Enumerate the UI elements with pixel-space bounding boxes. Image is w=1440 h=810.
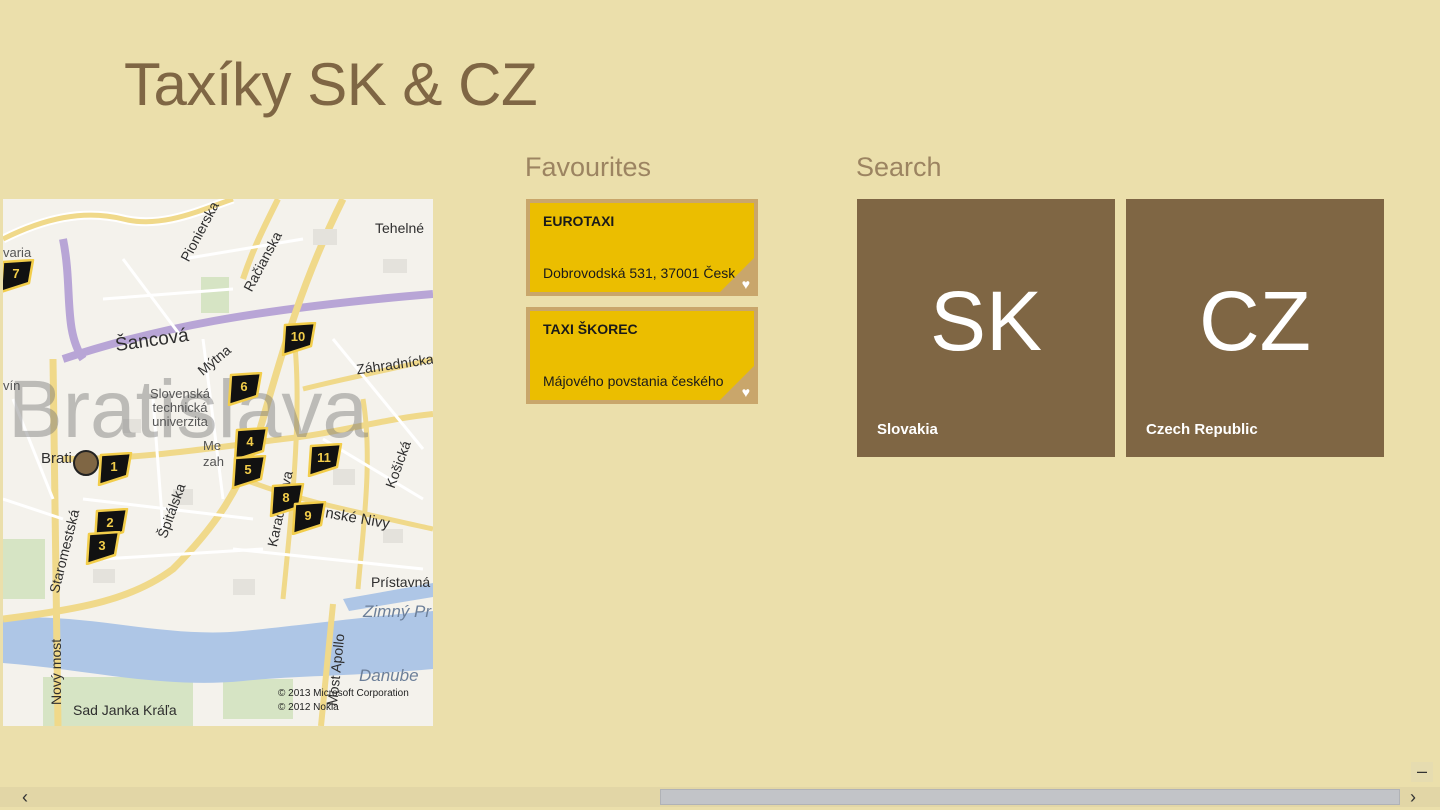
tile-country-name: Czech Republic [1146, 421, 1258, 438]
map-pin-label: 5 [244, 462, 252, 477]
map-copyright-line2: © 2012 Nokia [278, 702, 339, 713]
map-pin-3[interactable]: 3 [83, 531, 121, 565]
map-pin-label: 3 [98, 538, 106, 553]
map-pin-label: 11 [317, 450, 331, 465]
map-pin-label: 4 [246, 434, 254, 449]
heart-icon: ♥ [741, 384, 750, 400]
map-label-tehelne: Tehelné [375, 220, 425, 236]
map-view[interactable]: Bratislava Pionierska Račianska Tehelné … [3, 199, 433, 726]
map-pin-1[interactable]: 1 [95, 452, 133, 486]
tile-country-code: CZ [1199, 274, 1311, 368]
map-pin-label: 9 [304, 508, 312, 523]
chevron-right-icon[interactable]: › [1400, 787, 1426, 807]
map-pin-label: 1 [110, 459, 118, 474]
map-pin-label: 10 [290, 329, 306, 344]
search-title: Search [856, 152, 942, 182]
tile-country-name: Slovakia [877, 421, 938, 438]
favourite-item-eurotaxi[interactable]: EUROTAXI Dobrovodská 531, 37001 Česk ♥ [526, 199, 758, 296]
favourite-name: EUROTAXI [543, 213, 615, 229]
favourite-address: Májového povstania českého [543, 373, 724, 389]
map-label-danube: Danube [359, 666, 419, 685]
app-title: Taxíky SK & CZ [124, 51, 538, 118]
map-pin-6[interactable]: 6 [225, 372, 263, 406]
map-pin-label: 6 [240, 379, 248, 394]
map-label-stu: Slovenská technická univerzita [150, 386, 210, 429]
map-label-zimny-pristav: Zimný Pr [363, 602, 431, 621]
chevron-left-icon[interactable]: ‹ [12, 787, 38, 807]
map-pin-11[interactable]: 11 [305, 443, 343, 477]
favourite-address: Dobrovodská 531, 37001 Česk [543, 265, 736, 281]
map-copyright-line1: © 2013 Microsoft Corporation [278, 688, 409, 699]
favourites-title: Favourites [525, 152, 652, 182]
map-pin-label: 2 [106, 515, 114, 530]
search-tile-slovakia[interactable]: SK Slovakia [857, 199, 1115, 457]
map-label-pristavna: Prístavná [371, 574, 431, 590]
map-label-sad-janka-krala: Sad Janka Kráľa [73, 702, 177, 718]
map-label-zah: zah [203, 454, 224, 469]
map-pin-5[interactable]: 5 [229, 455, 267, 489]
map-label-me: Me [203, 438, 222, 453]
map-label-novy-most: Nový most [48, 638, 64, 705]
minus-icon[interactable]: – [1411, 762, 1433, 782]
horizontal-scrollbar[interactable]: ‹ › [0, 787, 1440, 807]
map-pin-label: 7 [12, 266, 20, 281]
map-pin-9[interactable]: 9 [289, 501, 327, 535]
map-label-brati: Brati [41, 450, 72, 467]
map-label-vin: vín [3, 378, 21, 393]
map-pin-7[interactable]: 7 [3, 259, 35, 293]
heart-icon: ♥ [741, 276, 750, 292]
app-root: Taxíky SK & CZ Bratislava Pionierska Rač… [0, 0, 1440, 810]
favourite-name: TAXI ŠKOREC [543, 321, 638, 337]
map-label-varia: varia [3, 245, 32, 260]
scrollbar-thumb[interactable] [660, 789, 1400, 805]
map-copyright: © 2013 Microsoft Corporation © 2012 Noki… [278, 687, 409, 715]
map-pin-10[interactable]: 10 [279, 322, 317, 356]
search-tile-czech-republic[interactable]: CZ Czech Republic [1126, 199, 1384, 457]
tile-country-code: SK [929, 274, 1043, 368]
favourite-item-taxi-skorec[interactable]: TAXI ŠKOREC Májového povstania českého ♥ [526, 307, 758, 404]
